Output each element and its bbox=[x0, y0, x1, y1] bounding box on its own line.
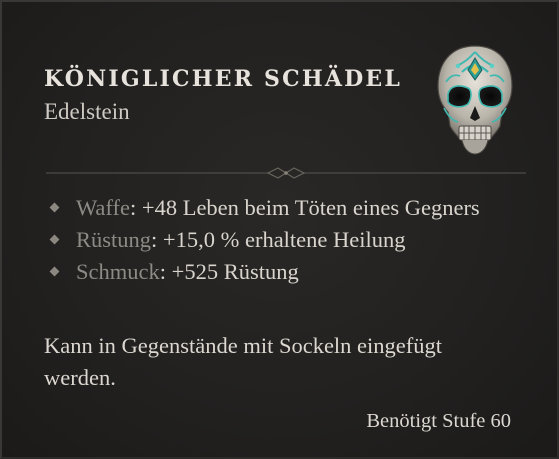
diamond-bullet-icon bbox=[49, 234, 60, 245]
affix-effect: +525 Rüstung bbox=[171, 259, 299, 284]
affix-armor: Rüstung: +15,0 % erhaltene Heilung bbox=[48, 224, 518, 256]
affix-effect: +48 Leben beim Töten eines Gegners bbox=[141, 195, 480, 220]
affix-slot-label: Schmuck bbox=[76, 259, 160, 284]
level-requirement: Benötigt Stufe 60 bbox=[366, 410, 511, 432]
diamond-bullet-icon bbox=[49, 266, 60, 277]
affix-separator: : bbox=[159, 259, 172, 284]
affix-effect: +15,0 % erhaltene Heilung bbox=[162, 227, 406, 252]
item-tooltip: KÖNIGLICHER SCHÄDEL Edelstein Waffe: +48… bbox=[0, 0, 559, 459]
item-type: Edelstein bbox=[44, 99, 130, 124]
affix-slot-label: Rüstung bbox=[76, 227, 152, 252]
affix-separator: : bbox=[151, 227, 163, 252]
affix-list: Waffe: +48 Leben beim Töten eines Gegner… bbox=[48, 192, 518, 288]
royal-skull-gem-icon bbox=[437, 45, 513, 155]
affix-weapon: Waffe: +48 Leben beim Töten eines Gegner… bbox=[48, 192, 518, 224]
item-name: KÖNIGLICHER SCHÄDEL bbox=[44, 66, 403, 92]
section-divider bbox=[46, 167, 526, 179]
affix-jewelry: Schmuck: +525 Rüstung bbox=[48, 256, 518, 288]
affix-separator: : bbox=[130, 195, 142, 220]
item-description: Kann in Gegenstände mit Sockeln eingefüg… bbox=[44, 333, 443, 390]
affix-slot-label: Waffe bbox=[76, 195, 130, 220]
diamond-bullet-icon bbox=[49, 202, 60, 213]
